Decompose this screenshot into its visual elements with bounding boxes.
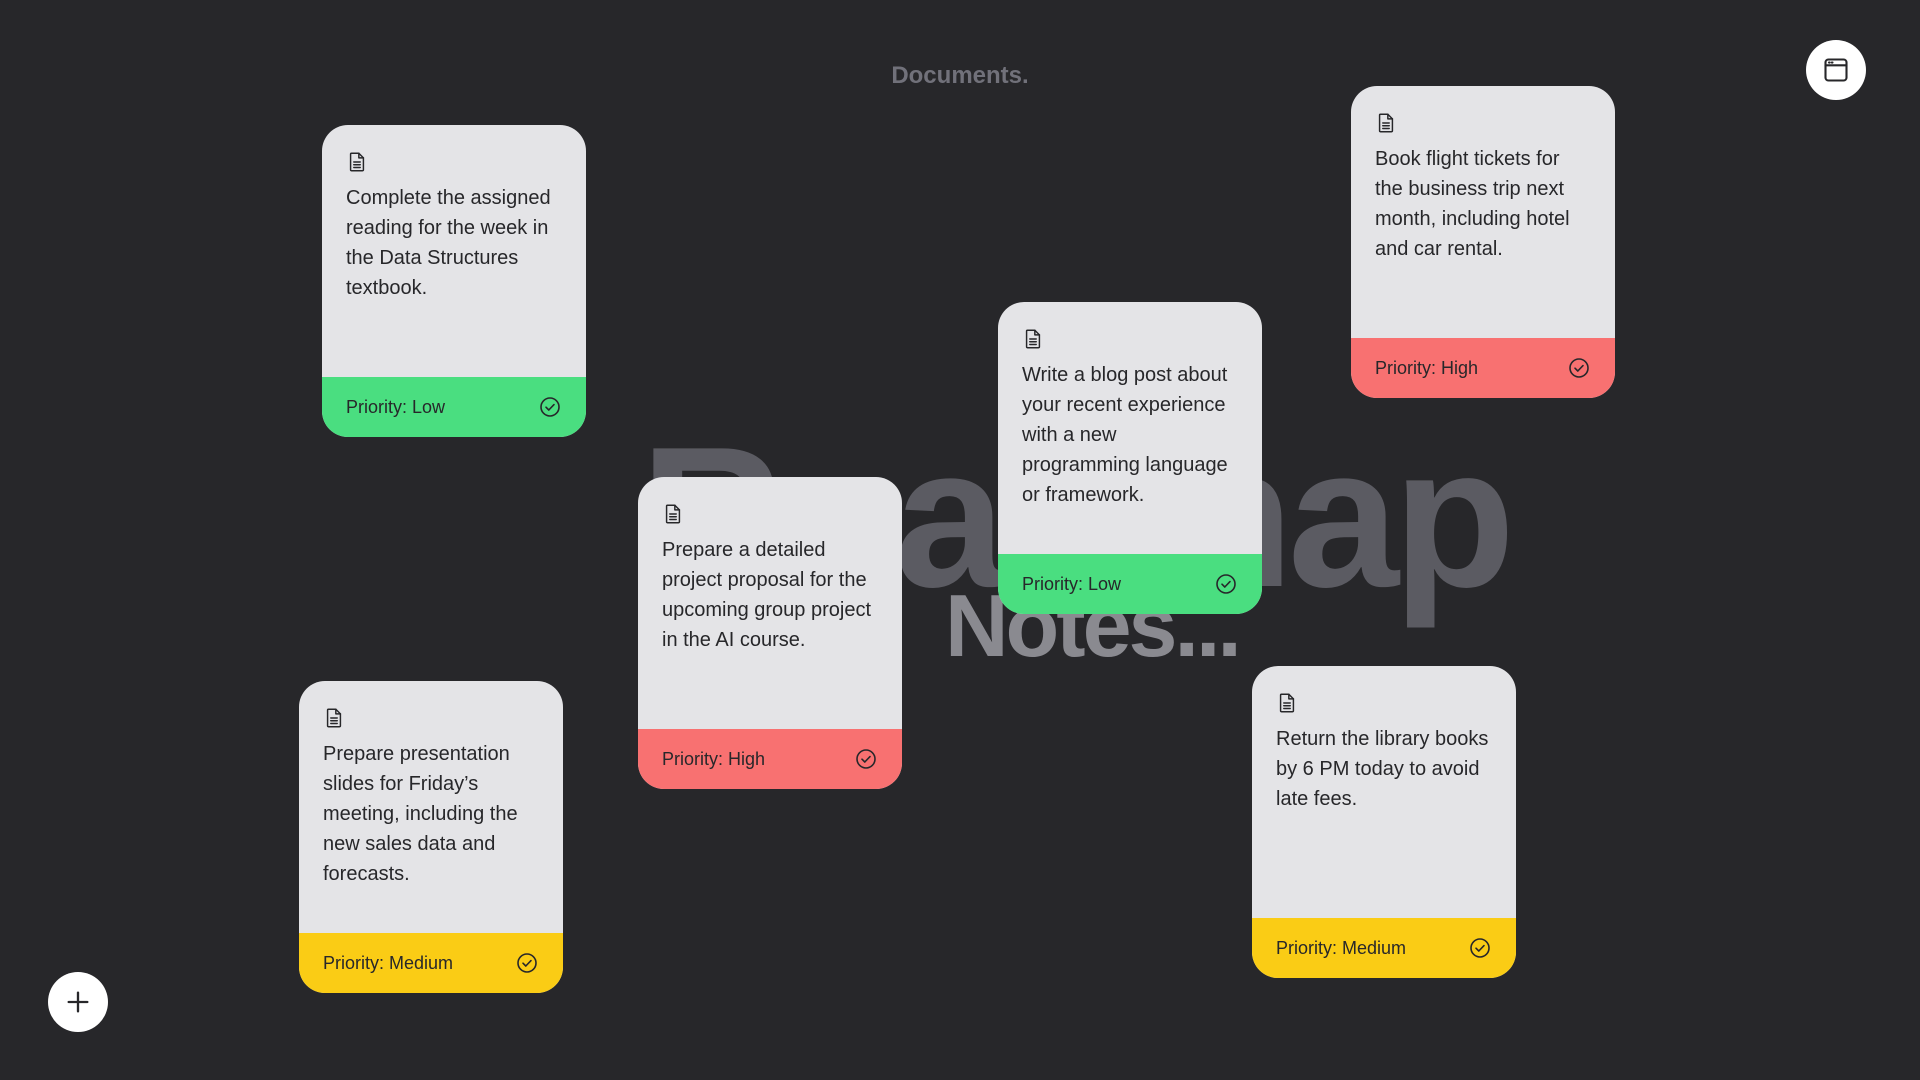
add-note-button[interactable] [48, 972, 108, 1032]
page-title: Documents. [891, 62, 1029, 89]
check-circle-icon[interactable] [1468, 936, 1492, 960]
check-circle-icon[interactable] [538, 395, 562, 419]
note-card[interactable]: Write a blog post about your recent expe… [998, 302, 1262, 614]
note-card[interactable]: Prepare a detailed project proposal for … [638, 477, 902, 789]
window-icon [1824, 58, 1848, 82]
note-body: Prepare presentation slides for Friday’s… [299, 681, 563, 933]
note-text: Complete the assigned reading for the we… [346, 187, 551, 299]
document-icon [665, 504, 681, 524]
document-icon [1279, 693, 1295, 713]
document-icon [349, 152, 365, 172]
check-circle-icon[interactable] [1214, 572, 1238, 596]
note-card[interactable]: Prepare presentation slides for Friday’s… [299, 681, 563, 993]
note-footer: Priority: Low [322, 377, 586, 437]
document-icon [1025, 329, 1041, 349]
priority-label: Priority: Low [1022, 573, 1122, 594]
note-footer: Priority: Low [998, 554, 1262, 614]
note-footer: Priority: Medium [1252, 918, 1516, 978]
note-footer: Priority: Medium [299, 933, 563, 993]
note-card[interactable]: Book flight tickets for the business tri… [1351, 86, 1615, 398]
note-footer: Priority: High [638, 729, 902, 789]
note-body: Book flight tickets for the business tri… [1351, 86, 1615, 338]
document-icon [326, 708, 342, 728]
plus-icon [67, 991, 89, 1013]
note-body: Prepare a detailed project proposal for … [638, 477, 902, 729]
notes-board: Documents. Roadmap Notes... Complete the… [0, 0, 1920, 1080]
note-body: Complete the assigned reading for the we… [322, 125, 586, 377]
priority-label: Priority: High [662, 748, 766, 769]
window-toggle-button[interactable] [1806, 40, 1866, 100]
priority-label: Priority: Low [346, 396, 446, 417]
check-circle-icon[interactable] [854, 747, 878, 771]
note-body: Write a blog post about your recent expe… [998, 302, 1262, 554]
note-card[interactable]: Return the library books by 6 PM today t… [1252, 666, 1516, 978]
note-body: Return the library books by 6 PM today t… [1252, 666, 1516, 918]
note-text: Write a blog post about your recent expe… [1022, 364, 1228, 506]
check-circle-icon[interactable] [515, 951, 539, 975]
note-footer: Priority: High [1351, 338, 1615, 398]
note-text: Prepare a detailed project proposal for … [662, 539, 872, 651]
note-text: Return the library books by 6 PM today t… [1276, 728, 1489, 810]
note-text: Book flight tickets for the business tri… [1375, 148, 1570, 260]
priority-label: Priority: Medium [1276, 937, 1407, 958]
document-icon [1378, 113, 1394, 133]
priority-label: Priority: High [1375, 357, 1479, 378]
note-text: Prepare presentation slides for Friday’s… [323, 743, 518, 885]
note-card[interactable]: Complete the assigned reading for the we… [322, 125, 586, 437]
check-circle-icon[interactable] [1567, 356, 1591, 380]
priority-label: Priority: Medium [323, 952, 454, 973]
